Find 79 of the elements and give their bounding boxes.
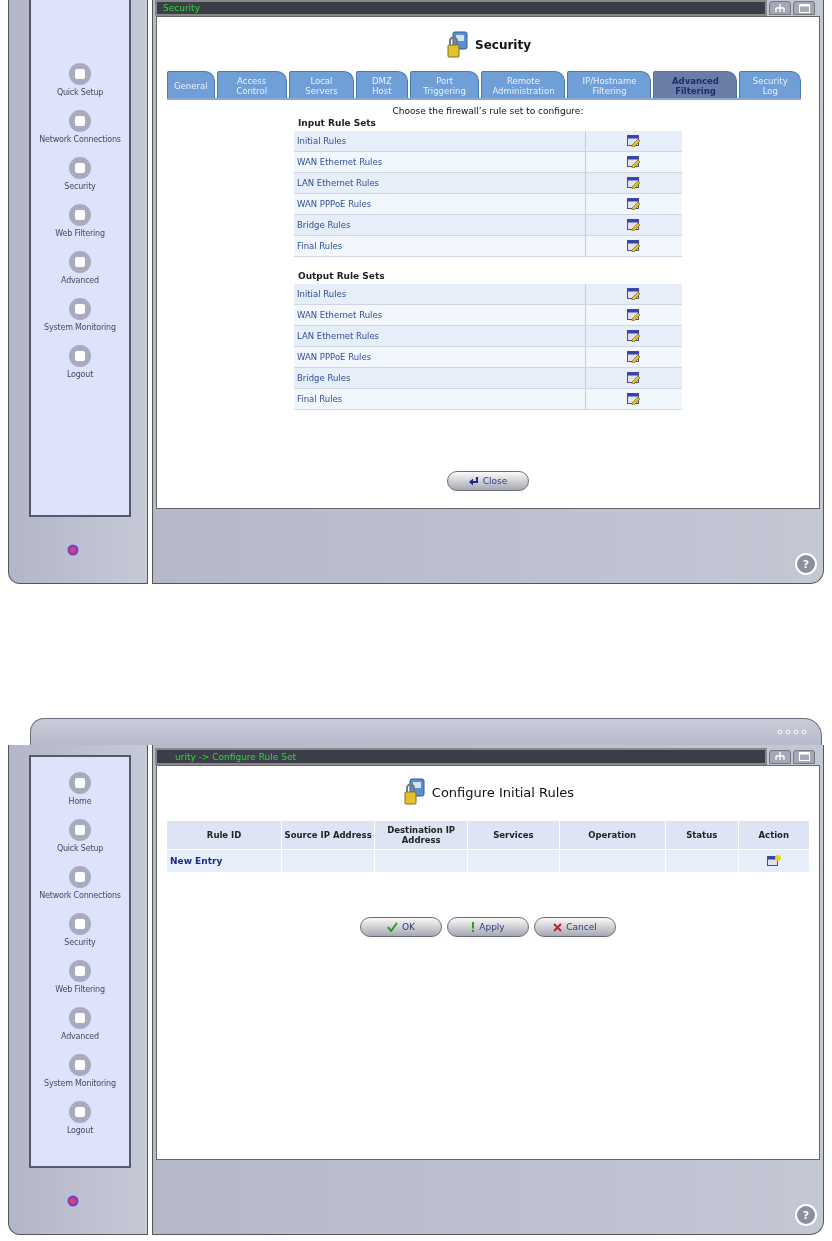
apply-button[interactable]: Apply: [447, 917, 529, 937]
sidebar-item[interactable]: Quick Setup: [56, 818, 104, 857]
new-entry-link[interactable]: New Entry: [170, 856, 223, 866]
column-header: Source IP Address: [281, 820, 375, 850]
address-bar: Security: [155, 0, 767, 16]
network-icon: [775, 3, 785, 13]
square-in-circle-icon: [68, 1006, 92, 1030]
edit-icon[interactable]: [627, 309, 641, 321]
sidebar-item[interactable]: Advanced: [61, 250, 99, 289]
sidebar-item[interactable]: Advanced: [61, 1006, 99, 1045]
sidebar-item[interactable]: Home: [68, 771, 92, 810]
square-in-circle-icon: [68, 62, 92, 86]
edit-icon[interactable]: [627, 240, 641, 252]
sidebar-item[interactable]: Web Filtering: [55, 203, 105, 242]
sidebar-item[interactable]: Logout: [66, 344, 94, 383]
instruction-text: Choose the firewall’s rule set to configure:: [392, 106, 584, 116]
edit-icon[interactable]: [627, 288, 641, 300]
square-in-circle-icon: [68, 865, 92, 889]
column-header: Rule ID: [166, 820, 282, 850]
computer-padlock-icon: [401, 778, 428, 806]
window-icon: [798, 752, 810, 761]
section-heading: Input Rule Sets: [297, 117, 377, 130]
square-in-circle-icon: [68, 250, 92, 274]
square-in-circle-icon: [68, 912, 92, 936]
sidebar-item[interactable]: Quick Setup: [56, 62, 104, 101]
globe-icon[interactable]: [67, 1195, 79, 1207]
page-title: Configure Initial Rules: [431, 784, 575, 800]
sidebar-item[interactable]: Security: [64, 156, 96, 195]
cross-icon: [553, 922, 563, 932]
close-button[interactable]: Close: [447, 471, 529, 491]
sidebar-item[interactable]: Network Connections: [39, 865, 121, 904]
add-icon[interactable]: [766, 854, 781, 866]
network-button[interactable]: [769, 1, 791, 15]
grip-dots-icon: [777, 729, 807, 735]
column-header: Destination IP Address: [374, 820, 468, 850]
square-in-circle-icon: [68, 771, 92, 795]
globe-icon[interactable]: [67, 544, 79, 556]
network-button[interactable]: [769, 749, 791, 764]
sidebar-item[interactable]: Logout: [66, 1100, 94, 1139]
edit-icon[interactable]: [627, 177, 641, 189]
column-header: Operation: [559, 820, 666, 850]
window-button[interactable]: [793, 749, 815, 764]
window-button[interactable]: [793, 1, 815, 15]
checkmark-icon: [387, 922, 398, 932]
page-title: Security: [475, 38, 531, 52]
column-header: Status: [665, 820, 739, 850]
square-in-circle-icon: [68, 109, 92, 133]
sidebar-item[interactable]: Network Connections: [39, 109, 121, 148]
network-icon: [775, 752, 785, 761]
ok-button[interactable]: OK: [360, 917, 442, 937]
column-header: Services: [467, 820, 559, 850]
window-icon: [798, 3, 810, 13]
edit-icon[interactable]: [627, 198, 641, 210]
edit-icon[interactable]: [627, 393, 641, 405]
cancel-button[interactable]: Cancel: [534, 917, 616, 937]
edit-icon[interactable]: [627, 330, 641, 342]
section-heading: Output Rule Sets: [297, 270, 386, 283]
return-arrow-icon: [468, 476, 479, 486]
square-in-circle-icon: [68, 203, 92, 227]
square-in-circle-icon: [68, 156, 92, 180]
edit-icon[interactable]: [627, 351, 641, 363]
square-in-circle-icon: [68, 297, 92, 321]
edit-icon[interactable]: [627, 372, 641, 384]
computer-padlock-icon: [445, 31, 471, 59]
edit-icon[interactable]: [627, 156, 641, 168]
sidebar-item[interactable]: System Monitoring: [44, 297, 116, 336]
edit-icon[interactable]: [627, 219, 641, 231]
address-bar: urity -> Configure Rule Set: [155, 748, 767, 765]
sidebar-item[interactable]: Web Filtering: [55, 959, 105, 998]
sidebar-item[interactable]: System Monitoring: [44, 1053, 116, 1092]
sidebar-item[interactable]: Security: [64, 912, 96, 951]
square-in-circle-icon: [68, 959, 92, 983]
square-in-circle-icon: [68, 1100, 92, 1124]
square-in-circle-icon: [68, 344, 92, 368]
square-in-circle-icon: [68, 1053, 92, 1077]
square-in-circle-icon: [68, 818, 92, 842]
exclamation-icon: [471, 922, 476, 932]
column-header: Action: [738, 820, 810, 850]
edit-icon[interactable]: [627, 135, 641, 147]
